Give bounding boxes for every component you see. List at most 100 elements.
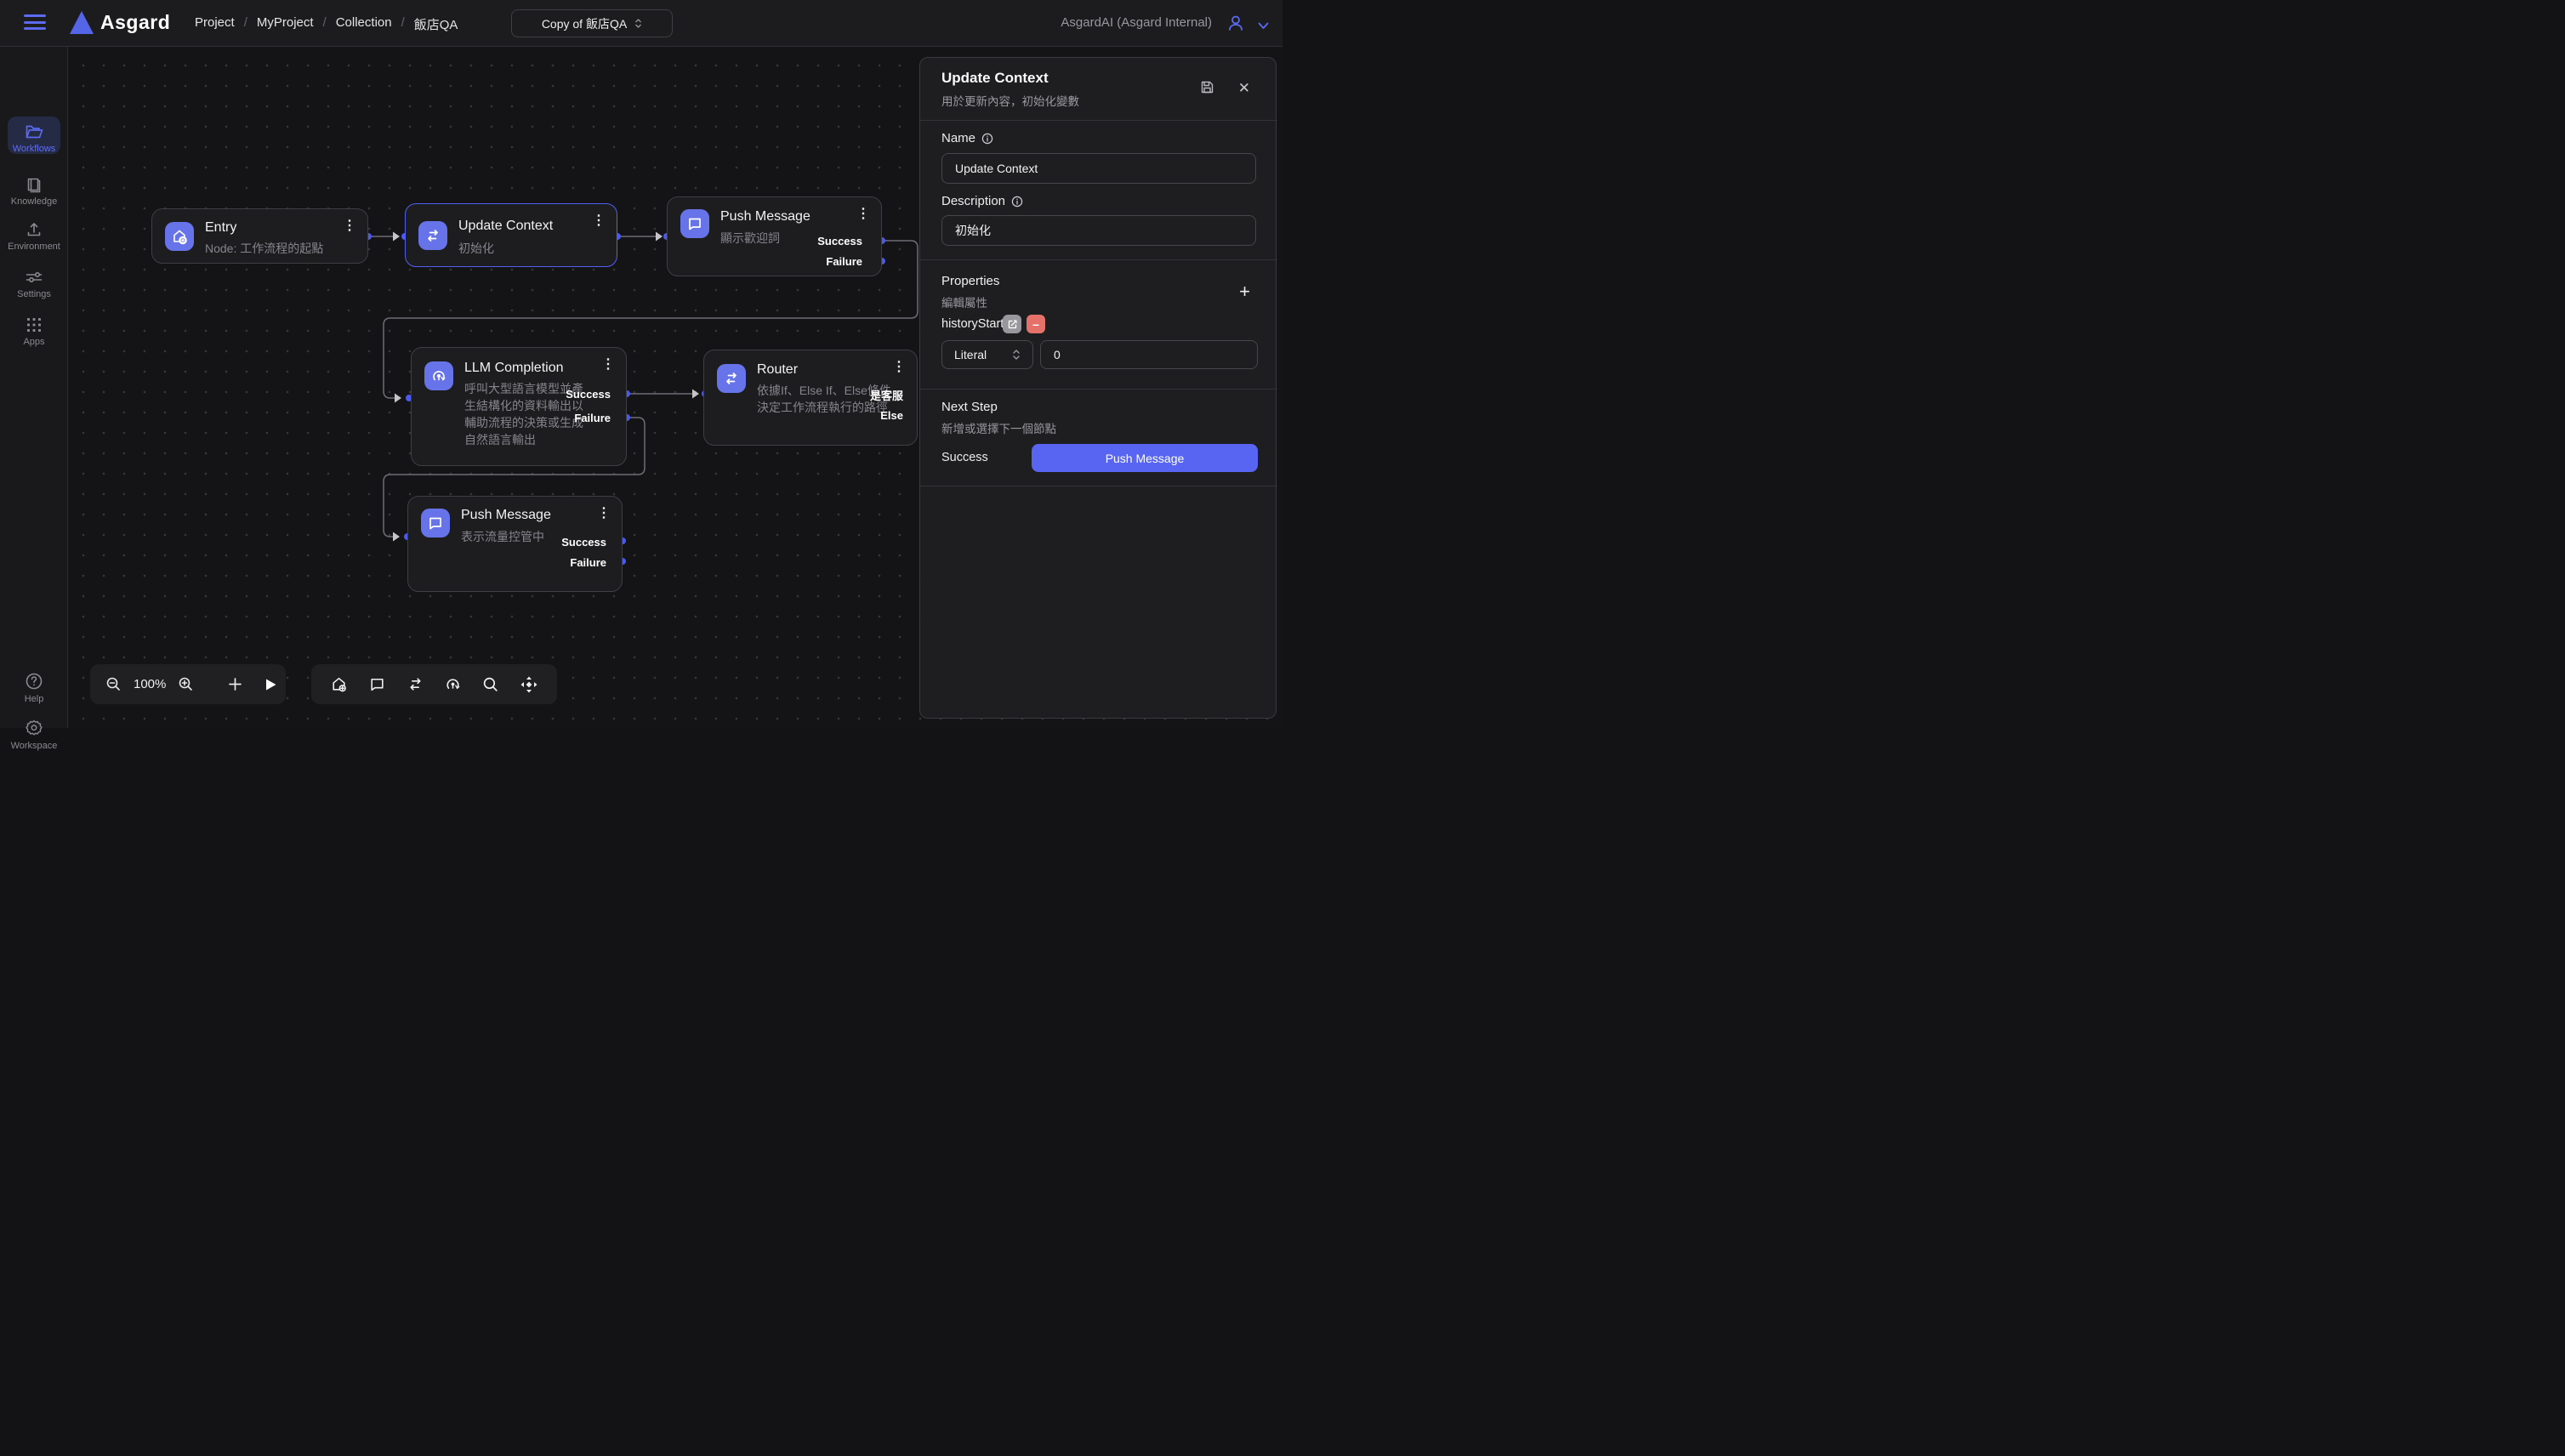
node-title: LLM Completion xyxy=(464,361,564,376)
description-input[interactable] xyxy=(941,215,1256,246)
zoom-out-button[interactable] xyxy=(105,676,122,692)
node-push-message-welcome[interactable]: Push Message 顯示歡迎詞 ⋮ Success Failure xyxy=(667,196,882,276)
node-title: Entry xyxy=(205,220,236,236)
llm-node-icon xyxy=(424,361,453,390)
push-message-node-icon xyxy=(421,509,450,537)
output-port-label[interactable]: Failure xyxy=(826,255,862,268)
node-title: Router xyxy=(757,362,798,378)
output-port-label[interactable]: Failure xyxy=(570,556,606,569)
folder-icon xyxy=(25,123,43,140)
next-step-target-button[interactable]: Push Message xyxy=(1032,444,1258,472)
breadcrumb: Project / MyProject / Collection / 飯店QA xyxy=(195,15,458,33)
breadcrumb-workflow[interactable]: 飯店QA xyxy=(414,15,458,33)
sidebar-item-environment[interactable]: Environment xyxy=(0,221,68,252)
output-port-label[interactable]: Failure xyxy=(574,412,611,424)
breadcrumb-collection[interactable]: Collection xyxy=(336,15,392,33)
asgard-logo-icon xyxy=(70,11,94,34)
update-context-node-icon xyxy=(418,221,447,250)
chevron-down-icon[interactable] xyxy=(1258,19,1269,34)
sidebar-item-knowledge[interactable]: Knowledge xyxy=(0,176,68,207)
node-menu-button[interactable]: ⋮ xyxy=(601,358,615,372)
router-node-icon xyxy=(717,364,746,393)
node-subtitle: 初始化 xyxy=(458,240,494,257)
panel-title: Update Context xyxy=(941,70,1049,87)
add-property-button[interactable]: + xyxy=(1239,281,1250,303)
properties-section-subtitle: 編輯屬性 xyxy=(941,293,987,310)
sidebar-item-settings[interactable]: Settings xyxy=(0,269,68,299)
breadcrumb-project[interactable]: Project xyxy=(195,15,235,33)
chevron-updown-icon xyxy=(634,18,642,29)
run-workflow-button[interactable] xyxy=(263,677,278,692)
output-port-label[interactable]: Else xyxy=(880,409,903,422)
node-router[interactable]: Router 依據If、Else If、Else條件決定工作流程執行的路徑 ⋮ … xyxy=(703,350,918,446)
output-port-label[interactable]: Success xyxy=(566,388,611,401)
sidebar-item-apps[interactable]: Apps xyxy=(0,316,68,347)
node-menu-button[interactable]: ⋮ xyxy=(597,507,611,520)
pan-move-icon[interactable] xyxy=(520,675,538,694)
panel-divider xyxy=(920,120,1277,121)
node-palette-toolbar xyxy=(311,664,557,704)
property-type-value: Literal xyxy=(954,348,987,361)
sliders-icon xyxy=(25,269,43,286)
description-field-label: Description xyxy=(941,194,1023,208)
node-config-panel: Update Context 用於更新內容，初始化變數 ✕ Name Descr… xyxy=(919,57,1277,719)
node-subtitle: 顯示歡迎詞 xyxy=(720,230,780,247)
property-value-input[interactable] xyxy=(1040,340,1258,369)
properties-section-title: Properties xyxy=(941,274,999,288)
entry-node-icon xyxy=(165,222,194,251)
save-icon[interactable] xyxy=(1200,80,1214,99)
add-update-context-node-icon[interactable] xyxy=(407,675,424,693)
add-node-button[interactable] xyxy=(228,677,242,691)
name-field-label: Name xyxy=(941,131,993,145)
output-port-label[interactable]: Success xyxy=(817,235,862,247)
add-llm-node-icon[interactable] xyxy=(444,675,462,693)
workflow-version-select[interactable]: Copy of 飯店QA xyxy=(511,9,673,37)
property-name: historyStart xyxy=(941,317,1004,331)
edit-property-button[interactable] xyxy=(1003,315,1021,333)
help-circle-icon xyxy=(25,672,43,691)
node-menu-button[interactable]: ⋮ xyxy=(892,361,906,374)
add-entry-node-icon[interactable] xyxy=(330,675,348,693)
chevron-updown-icon xyxy=(1012,349,1021,361)
top-bar: Asgard Project / MyProject / Collection … xyxy=(0,0,1282,47)
node-title: Update Context xyxy=(458,219,553,234)
gear-icon xyxy=(25,719,43,737)
node-subtitle: Node: 工作流程的起點 xyxy=(205,240,323,257)
zoom-in-button[interactable] xyxy=(178,676,194,692)
remove-property-button[interactable]: – xyxy=(1027,315,1045,333)
output-port-label[interactable]: 是客服 xyxy=(870,387,903,403)
node-push-message-flow[interactable]: Push Message 表示流量控管中 ⋮ Success Failure xyxy=(407,496,623,592)
workflow-version-value: Copy of 飯店QA xyxy=(542,15,627,32)
panel-subtitle: 用於更新內容，初始化變數 xyxy=(941,92,1079,109)
close-icon[interactable]: ✕ xyxy=(1238,80,1250,97)
node-update-context[interactable]: Update Context 初始化 ⋮ xyxy=(405,203,617,267)
search-icon[interactable] xyxy=(482,676,499,693)
breadcrumb-myproject[interactable]: MyProject xyxy=(257,15,314,33)
name-input[interactable] xyxy=(941,153,1256,184)
sidebar-item-workspace[interactable]: Workspace xyxy=(0,719,68,751)
next-step-section-title: Next Step xyxy=(941,400,998,414)
zoom-level: 100% xyxy=(134,677,166,691)
upload-icon xyxy=(26,221,43,238)
sidebar-item-workflows[interactable]: Workflows xyxy=(0,123,68,154)
next-step-handle-label: Success xyxy=(941,451,988,464)
node-title: Push Message xyxy=(720,209,810,225)
node-llm-completion[interactable]: LLM Completion 呼叫大型語言模型並產生結構化的資料輸出以輔助流程的… xyxy=(411,347,627,466)
panel-divider xyxy=(920,259,1277,260)
sidebar: Workflows Knowledge Environment Settings… xyxy=(0,47,68,728)
sidebar-item-help[interactable]: Help xyxy=(0,672,68,704)
node-menu-button[interactable]: ⋮ xyxy=(343,219,356,233)
panel-divider xyxy=(920,389,1277,390)
push-message-node-icon xyxy=(680,209,709,238)
apps-grid-icon xyxy=(26,316,43,333)
brand-name: Asgard xyxy=(100,11,170,34)
node-menu-button[interactable]: ⋮ xyxy=(856,208,870,221)
node-menu-button[interactable]: ⋮ xyxy=(592,214,606,228)
add-push-message-node-icon[interactable] xyxy=(368,675,386,693)
user-avatar-icon[interactable] xyxy=(1226,14,1245,37)
output-port-label[interactable]: Success xyxy=(561,536,606,549)
property-type-select[interactable]: Literal xyxy=(941,340,1033,369)
hamburger-menu-icon[interactable] xyxy=(24,14,46,32)
node-entry[interactable]: Entry Node: 工作流程的起點 ⋮ xyxy=(151,208,368,264)
zoom-toolbar: 100% xyxy=(90,664,286,704)
